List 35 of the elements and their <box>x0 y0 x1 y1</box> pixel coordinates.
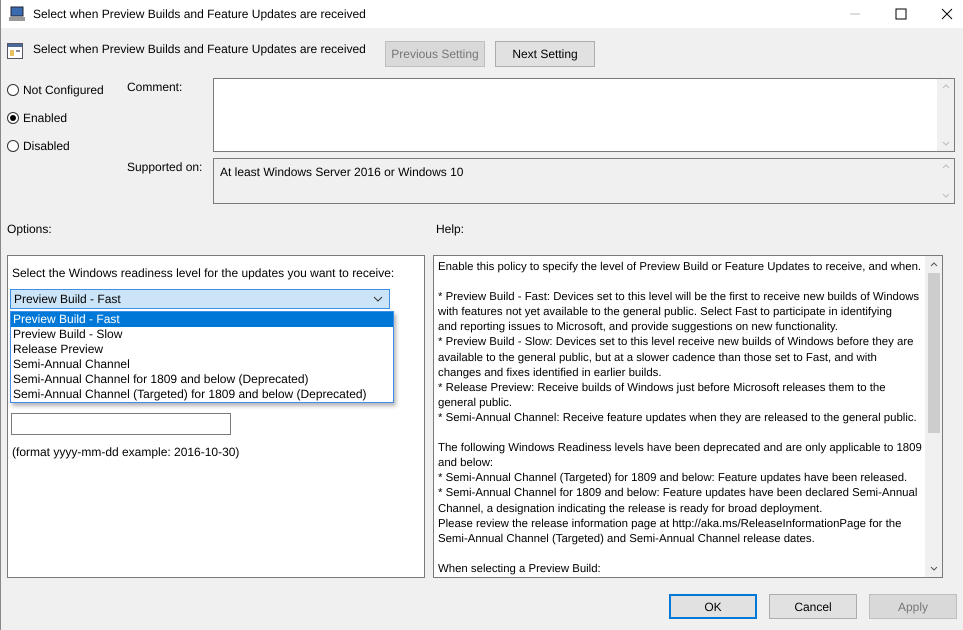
maximize-icon[interactable] <box>895 8 907 20</box>
comment-field[interactable] <box>213 78 955 152</box>
date-format-hint: (format yyyy-mm-dd example: 2016-10-30) <box>11 445 240 459</box>
radio-option[interactable]: Not Configured <box>7 82 127 97</box>
options-label: Options: <box>7 222 53 236</box>
help-label: Help: <box>436 222 466 236</box>
window-title: Select when Preview Builds and Feature Updates are received <box>33 7 366 21</box>
help-paragraph: * Preview Build - Fast: Devices set to this level will be the first to receive new builds of Windows with features not yet available to the general public. Select Fast to participate in identifying and reporting issues to Microsoft, and provide suggestions on new functionality. * Preview Build - Slow: Devices set to this level receive new builds of Windows before they are available to the general public, but at a slower cadence than those set to Fast, and with changes and fixes identified in earlier builds. * Release Preview: Receive builds of Windows just before Microsoft releases them to the general public. * Semi-Annual Channel: Receive feature updates when they are released to the general public. <box>438 290 920 426</box>
dropdown-option[interactable]: Preview Build - Slow <box>11 327 393 342</box>
help-paragraph: The following Windows Readiness levels have been deprecated and are only applicable to 1809 and below: * Semi-Annual Channel (Targeted) for 1809 and below: Feature updates have been released. * Semi-Annual Channel for 1809 and below: Feature updates have been declared Semi-Annual Channel, a designation indicating the release is ready for broad deployment. Please review the release information page at http://aka.ms/ReleaseInformationPage for the Semi-Annual Channel (Targeted) and Semi-Annual Channel release dates. <box>438 441 923 547</box>
close-icon[interactable] <box>941 8 953 20</box>
dropdown-option[interactable]: Semi-Annual Channel (Targeted) for 1809 and below (Deprecated) <box>11 387 393 402</box>
policy-title: Select when Preview Builds and Feature Updates are received <box>33 42 367 56</box>
radio-option[interactable]: Enabled <box>7 110 127 125</box>
settings-page-icon <box>7 43 23 59</box>
dialog-button[interactable]: Cancel <box>769 594 857 619</box>
chevron-down-icon[interactable] <box>930 566 938 571</box>
supported-on-label: Supported on: <box>127 159 204 176</box>
dropdown-option[interactable]: Semi-Annual Channel <box>11 357 393 372</box>
computer-icon <box>9 6 27 22</box>
dropdown-option[interactable]: Preview Build - Fast <box>11 312 393 327</box>
dropdown-option[interactable]: Semi-Annual Channel for 1809 and below (Deprecated) <box>11 372 393 387</box>
options-prompt: Select the Windows readiness level for the updates you want to receive: <box>11 266 396 280</box>
scrollbar[interactable] <box>925 256 942 577</box>
dropdown-option[interactable]: Release Preview <box>11 342 393 357</box>
date-field[interactable] <box>11 413 231 435</box>
help-paragraph: Enable this policy to specify the level of Preview Build or Feature Updates to receive, and when. <box>438 260 922 275</box>
comment-label: Comment: <box>127 79 184 96</box>
chevron-up-icon[interactable] <box>930 262 938 267</box>
nav-button[interactable]: Next Setting <box>495 41 595 67</box>
chevron-down-icon <box>373 296 383 302</box>
dialog-button[interactable]: OK <box>669 594 757 619</box>
help-paragraph: When selecting a Preview Build: <box>438 562 602 577</box>
supported-on-field: At least Windows Server 2016 or Windows 10 <box>213 158 955 204</box>
radio-option[interactable]: Disabled <box>7 138 127 153</box>
